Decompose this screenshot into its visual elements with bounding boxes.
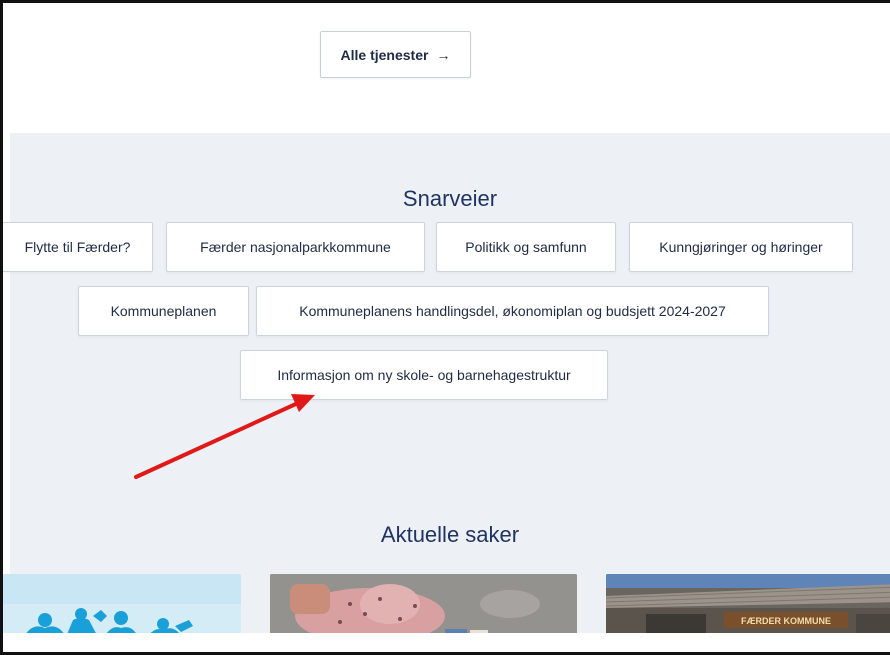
news-title: Aktuelle saker [380,522,520,547]
shortcut-label: Kunngjøringer og høringer [659,239,823,255]
top-area: Alle tjenester → [10,6,890,133]
shortcut-label: Politikk og samfunn [465,239,587,255]
shortcut-flytte-til-faerder[interactable]: Flytte til Færder? [3,222,153,272]
news-card-1[interactable] [3,574,241,639]
shortcuts-section: Snarveier Flytte til Færder? Færder nasj… [3,133,890,639]
shortcut-handlingsdel-budsjett[interactable]: Kommuneplanens handlingsdel, økonomiplan… [256,286,769,336]
news-card-3[interactable]: FÆRDER KOMMUNE [606,574,890,639]
shortcuts-title: Snarveier [402,186,498,211]
shortcut-label: Færder nasjonalparkkommune [200,239,391,255]
shortcut-label: Informasjon om ny skole- og barnehagestr… [277,367,571,383]
arrow-right-icon: → [436,46,451,63]
town-hall-sign-text: FÆRDER KOMMUNE [741,616,831,626]
all-services-button[interactable]: Alle tjenester → [320,31,471,78]
all-services-label: Alle tjenester [340,46,429,63]
shortcut-label: Flytte til Færder? [24,239,131,255]
child-playing-image [270,574,577,639]
town-hall-building-image: FÆRDER KOMMUNE [606,574,890,639]
browser-viewport: Alle tjenester → Snarveier Flytte til Fæ… [0,0,890,655]
paper-chain-people-image [3,574,241,639]
shortcut-label: Kommuneplanens handlingsdel, økonomiplan… [299,303,726,319]
shortcut-kunngjoringer[interactable]: Kunngjøringer og høringer [629,222,853,272]
shortcut-kommuneplanen[interactable]: Kommuneplanen [78,286,249,336]
news-card-2[interactable] [270,574,577,639]
shortcut-politikk-og-samfunn[interactable]: Politikk og samfunn [436,222,616,272]
shortcut-skole-barnehagestruktur[interactable]: Informasjon om ny skole- og barnehagestr… [240,350,608,400]
bottom-bar [3,633,890,652]
shortcut-nasjonalparkkommune[interactable]: Færder nasjonalparkkommune [166,222,425,272]
shortcut-label: Kommuneplanen [110,303,217,319]
